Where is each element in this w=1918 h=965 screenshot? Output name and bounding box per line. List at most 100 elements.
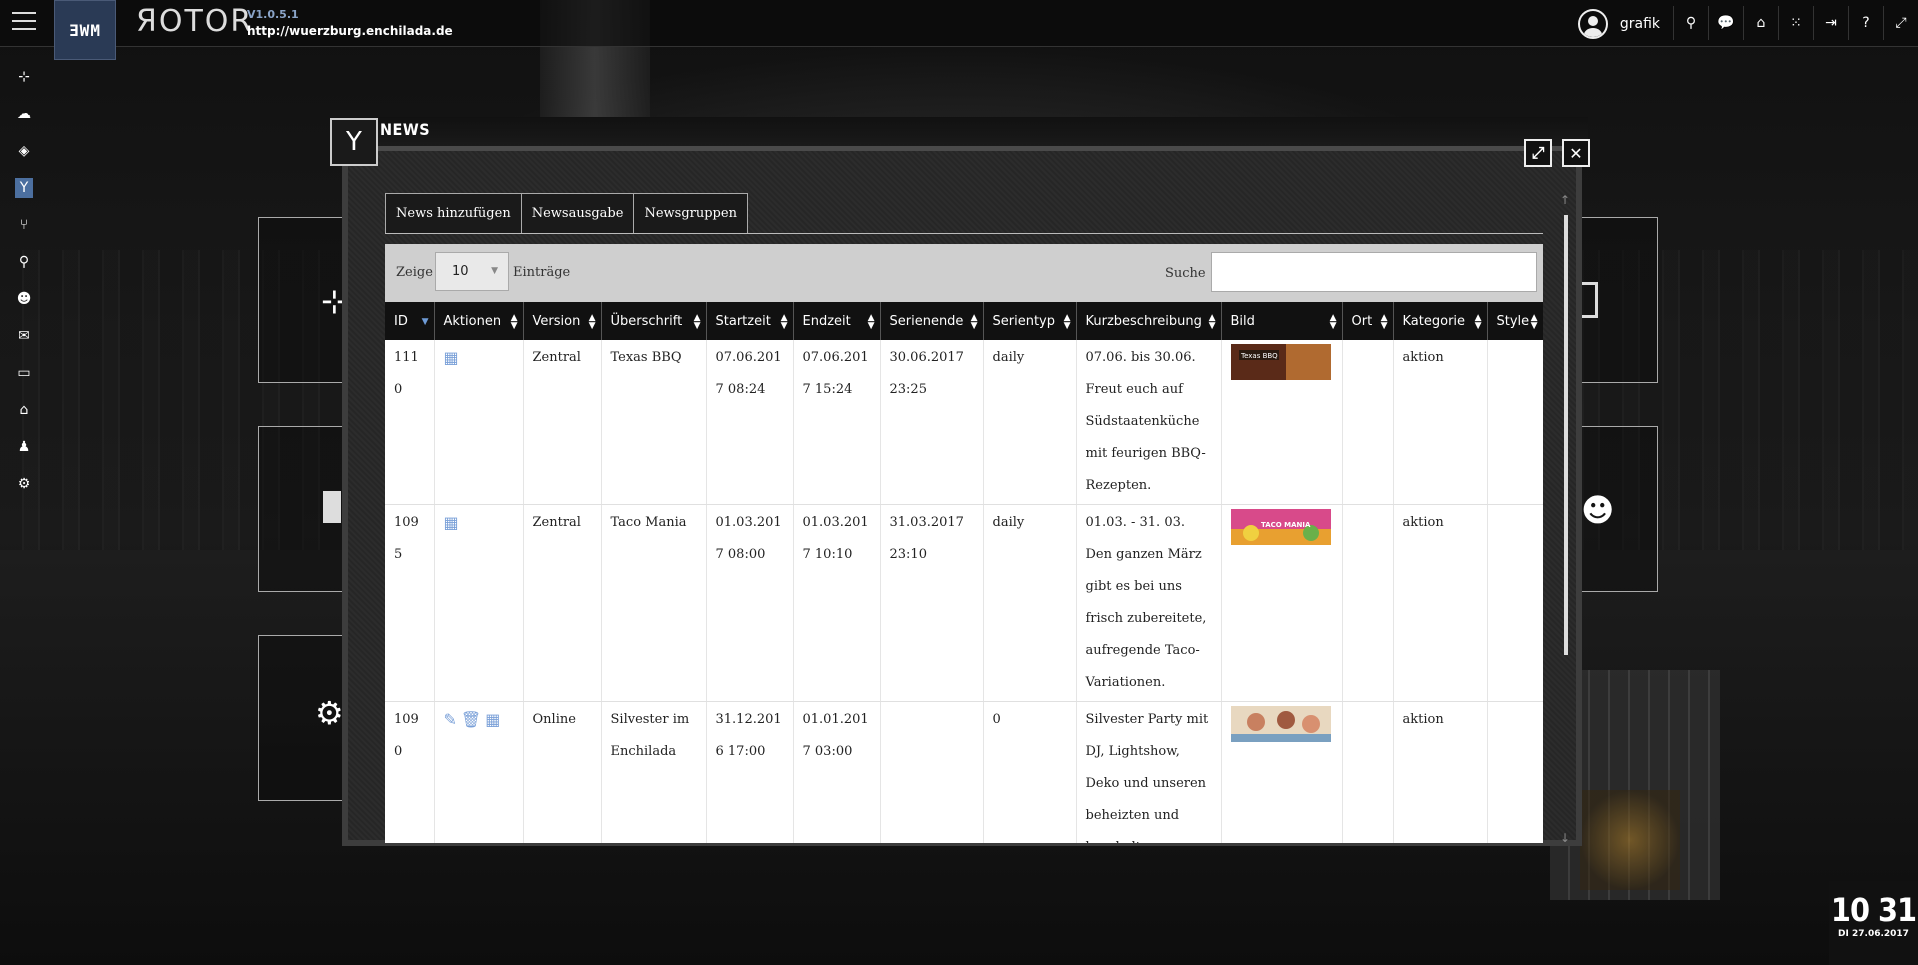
logout-icon[interactable]: ⇥ (1813, 6, 1848, 40)
cell-ueberschrift: Silvester im Enchilada (601, 701, 707, 843)
calendar-icon[interactable]: ▦ (444, 513, 459, 532)
cell-bild: TACO MANIA (1221, 504, 1343, 702)
cell-endzeit: 07.06.2017 15:24 (793, 340, 881, 505)
scroll-thumb[interactable] (1564, 215, 1568, 655)
news-image-thumbnail[interactable]: TACO MANIA (1230, 509, 1331, 545)
sitemap-icon: ⊹ (18, 68, 30, 85)
sidebar-item-food[interactable]: ⑂ (0, 206, 48, 243)
username[interactable]: grafik (1620, 16, 1660, 32)
sort-icon: ▲ ▼ (867, 313, 875, 331)
page-size-select[interactable]: 10 ▼ (435, 252, 509, 291)
scroll-down-icon[interactable]: ↓ (1560, 831, 1570, 845)
column-header-kurzbeschreibung[interactable]: Kurzbeschreibung ▲ ▼ (1076, 302, 1222, 340)
dashboard-tile[interactable] (1580, 217, 1658, 383)
sort-icon: ▲ ▼ (693, 313, 701, 331)
cube-icon: ◈ (18, 142, 30, 159)
table-row[interactable]: 1090 ✎ 🗑 ▦ Online Silvester im Enchilada 3… (385, 701, 1543, 843)
sidebar-item-cloud[interactable]: ☁ (0, 95, 48, 132)
thumbnail-caption: TACO MANIA (1261, 521, 1311, 529)
sidebar-item-users[interactable]: ☻ (0, 280, 48, 317)
column-header-endzeit[interactable]: Endzeit ▲ ▼ (793, 302, 881, 340)
sidebar-item-archive[interactable]: ▭ (0, 354, 48, 391)
tab-newsausgabe[interactable]: Newsausgabe (520, 193, 635, 233)
column-header-style[interactable]: Style ▲ ▼ (1487, 302, 1543, 340)
cell-id: 1095 (385, 504, 435, 702)
sort-icon: ▲ ▼ (588, 313, 596, 331)
tab-news-add[interactable]: News hinzufügen (385, 193, 522, 233)
search-icon[interactable]: ⚲ (1673, 6, 1708, 40)
sort-icon: ▲ ▼ (780, 313, 788, 331)
column-header-version[interactable]: Version ▲ ▼ (523, 302, 602, 340)
column-header-aktionen[interactable]: Aktionen ▲ ▼ (434, 302, 524, 340)
sidebar-item-user[interactable]: ♟ (0, 428, 48, 465)
cell-actions: ▦ (434, 340, 524, 505)
sort-icon: ▲ ▼ (970, 313, 978, 331)
cell-kategorie: aktion (1393, 701, 1488, 843)
column-header-serientyp[interactable]: Serientyp ▲ ▼ (983, 302, 1077, 340)
sidebar-item-news[interactable]: Y (0, 169, 48, 206)
search-input[interactable] (1211, 252, 1537, 292)
dashboard-tile[interactable]: ⚙ (258, 635, 344, 801)
cell-startzeit: 01.03.2017 08:00 (706, 504, 794, 702)
column-header-ort[interactable]: Ort ▲ ▼ (1342, 302, 1394, 340)
avatar[interactable] (1577, 9, 1608, 39)
top-bar: ƎWM ЯOTOR V1.0.5.1 http://wuerzburg.ench… (0, 0, 1918, 60)
fullscreen-icon[interactable]: ⤢ (1883, 6, 1918, 40)
clock-time: 10 31 (1830, 891, 1917, 929)
news-table: ID ▼ Aktionen ▲ ▼ Version ▲ ▼ Überschrift ▲ ▼ S… (385, 302, 1543, 843)
column-header-startzeit[interactable]: Startzeit ▲ ▼ (706, 302, 794, 340)
chat-icon[interactable]: 💬 (1708, 6, 1743, 40)
dashboard-tile[interactable]: ☻ (1580, 426, 1658, 592)
close-button[interactable]: ✕ (1562, 139, 1590, 167)
sidebar-item-home[interactable]: ⌂ (0, 391, 48, 428)
modal-header (330, 117, 1588, 147)
cell-actions: ▦ (434, 504, 524, 702)
sidebar-item-cube[interactable]: ◈ (0, 132, 48, 169)
cell-bild (1221, 701, 1343, 843)
column-header-bild[interactable]: Bild ▲ ▼ (1221, 302, 1343, 340)
column-header-id[interactable]: ID ▼ (385, 302, 435, 340)
trash-icon[interactable]: 🗑 (461, 710, 481, 729)
table-row[interactable]: 1095 ▦ Zentral Taco Mania 01.03.2017 08:… (385, 504, 1543, 702)
cell-ueberschrift: Taco Mania (601, 504, 707, 702)
cell-kategorie: aktion (1393, 340, 1488, 505)
column-header-ueberschrift[interactable]: Überschrift ▲ ▼ (601, 302, 707, 340)
menu-icon[interactable] (12, 12, 36, 32)
table-row[interactable]: 1110 ▦ Zentral Texas BBQ 07.06.2017 08:2… (385, 340, 1543, 505)
edit-icon[interactable]: ✎ (444, 710, 457, 729)
cell-version: Zentral (523, 504, 602, 702)
cell-serientyp: 0 (983, 701, 1077, 843)
maximize-button[interactable]: ⤢ (1524, 139, 1552, 167)
sidebar-item-mail[interactable]: ✉ (0, 317, 48, 354)
archive-icon: ▭ (17, 364, 31, 381)
news-image-thumbnail[interactable]: Texas BBQ (1230, 344, 1331, 380)
spinner-icon[interactable]: ⁙ (1778, 6, 1813, 40)
cell-version: Online (523, 701, 602, 843)
home-icon[interactable]: ⌂ (1743, 6, 1778, 40)
calendar-icon[interactable]: ▦ (485, 710, 500, 729)
tab-bar: News hinzufügen Newsausgabe Newsgruppen (385, 193, 1543, 234)
column-header-serienende[interactable]: Serienende ▲ ▼ (880, 302, 984, 340)
sidebar-item-settings[interactable]: ⚙ (0, 465, 48, 502)
column-header-kategorie[interactable]: Kategorie ▲ ▼ (1393, 302, 1488, 340)
top-toolbar: ⚲ 💬 ⌂ ⁙ ⇥ ? ⤢ (1673, 6, 1918, 40)
scroll-up-icon[interactable]: ↑ (1560, 193, 1570, 207)
clock-date: DI 27.06.2017 (1838, 929, 1909, 939)
close-icon: ✕ (1569, 143, 1583, 163)
sidebar-item-location[interactable]: ⚲ (0, 243, 48, 280)
home-icon: ⌂ (19, 401, 29, 418)
help-icon[interactable]: ? (1848, 6, 1883, 40)
logo[interactable]: ƎWM (54, 0, 116, 60)
modal-scrollbar[interactable]: ↑ ↓ (1560, 193, 1570, 845)
dashboard-tile[interactable] (258, 426, 344, 592)
cell-endzeit: 01.01.2017 03:00 (793, 701, 881, 843)
gear-icon: ⚙ (315, 694, 344, 732)
sort-icon: ▲ ▼ (1208, 313, 1216, 331)
sidebar-item-sitemap[interactable]: ⊹ (0, 58, 48, 95)
news-image-thumbnail[interactable] (1230, 706, 1331, 742)
user-area[interactable]: grafik (1577, 9, 1660, 39)
users-icon: ☻ (1581, 491, 1615, 529)
calendar-icon[interactable]: ▦ (444, 348, 459, 367)
tab-newsgruppen[interactable]: Newsgruppen (633, 193, 748, 233)
dashboard-tile[interactable]: ⊹ (258, 217, 348, 383)
